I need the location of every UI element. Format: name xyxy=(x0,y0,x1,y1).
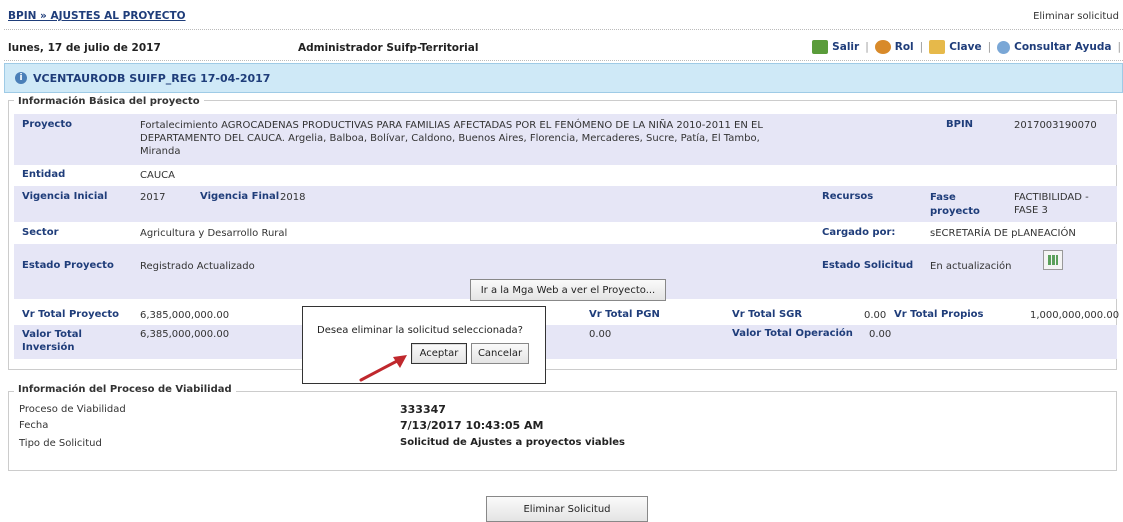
server-banner: i VCENTAURODB SUIFP_REG 17-04-2017 xyxy=(4,63,1123,93)
aceptar-button[interactable]: Aceptar xyxy=(411,343,467,364)
cargado-label: Cargado por: xyxy=(822,227,896,238)
cancelar-button[interactable]: Cancelar xyxy=(471,343,529,364)
vr-propios-value: 1,000,000,000.00 xyxy=(1030,310,1120,321)
entidad-row: Entidad CAUCA xyxy=(14,167,1117,184)
viabilidad-panel xyxy=(8,391,1117,471)
vigencia-final-value: 2018 xyxy=(280,192,306,203)
fase-label: Fase proyecto xyxy=(930,192,980,217)
fase-value: FACTIBILIDAD - FASE 3 xyxy=(1014,192,1089,216)
estado-proyecto-value: Registrado Actualizado xyxy=(140,261,255,272)
valor-operacion-value: 0.00 xyxy=(869,329,892,340)
viabilidad-legend: Información del Proceso de Viabilidad xyxy=(14,384,236,395)
clave-link[interactable]: Clave xyxy=(929,40,982,54)
valor-inversion-label: Valor Total Inversión xyxy=(22,329,82,353)
ir-mga-button[interactable]: Ir a la Mga Web a ver el Proyecto... xyxy=(470,279,666,301)
entidad-label: Entidad xyxy=(22,169,66,180)
info-icon: i xyxy=(15,72,27,84)
divider xyxy=(4,60,1123,61)
entidad-value: CAUCA xyxy=(140,170,175,181)
valores-row: Vr Total Proyecto 6,385,000,000.00 Vr To… xyxy=(14,307,1120,324)
exit-icon xyxy=(812,40,829,54)
bpin-label: BPIN xyxy=(946,119,974,130)
dialog-message: Desea eliminar la solicitud seleccionada… xyxy=(317,325,523,336)
valor-inversion-value: 6,385,000,000.00 xyxy=(140,329,230,340)
proceso-label: Proceso de Viabilidad xyxy=(19,404,126,415)
estado-solicitud-value: En actualización xyxy=(930,261,1012,272)
fecha-label: Fecha xyxy=(19,420,49,431)
key-icon xyxy=(929,40,946,54)
estado-solicitud-label: Estado Solicitud xyxy=(822,260,914,271)
sector-label: Sector xyxy=(22,227,59,238)
user-role: Administrador Suifp-Territorial xyxy=(298,42,479,54)
vigencia-inicial-value: 2017 xyxy=(140,192,166,203)
confirm-dialog: Desea eliminar la solicitud seleccionada… xyxy=(302,306,546,384)
sector-value: Agricultura y Desarrollo Rural xyxy=(140,228,288,239)
proyecto-label: Proyecto xyxy=(22,119,73,130)
pgn-inversion-value: 0.00 xyxy=(589,329,612,340)
tipo-solicitud-value: Solicitud de Ajustes a proyectos viables xyxy=(400,437,625,448)
valor-operacion-label: Valor Total Operación xyxy=(732,328,853,339)
eliminar-solicitud-button[interactable]: Eliminar Solicitud xyxy=(486,496,648,522)
arrow-pointer xyxy=(359,355,407,382)
grid-icon[interactable] xyxy=(1043,250,1063,270)
tipo-solicitud-label: Tipo de Solicitud xyxy=(19,438,102,449)
proyecto-value: Fortalecimiento AGROCADENAS PRODUCTIVAS … xyxy=(140,120,763,157)
bpin-value: 2017003190070 xyxy=(1014,120,1097,131)
divider xyxy=(4,29,1123,30)
info-basica-legend: Información Básica del proyecto xyxy=(14,96,204,107)
sector-row: Sector Agricultura y Desarrollo Rural Ca… xyxy=(14,224,1117,242)
estado-proyecto-label: Estado Proyecto xyxy=(22,260,114,271)
help-icon xyxy=(997,40,1011,54)
rol-link[interactable]: Rol xyxy=(874,40,914,54)
proyecto-row: Proyecto Fortalecimiento AGROCADENAS PRO… xyxy=(14,114,1117,165)
vigencia-row: Vigencia Inicial 2017 Vigencia Final 201… xyxy=(14,186,1117,222)
ayuda-link[interactable]: Consultar Ayuda xyxy=(997,40,1111,54)
vr-sgr-label: Vr Total SGR xyxy=(732,309,803,320)
breadcrumb[interactable]: BPIN » AJUSTES AL PROYECTO xyxy=(8,10,186,22)
vr-pgn-label: Vr Total PGN xyxy=(589,309,660,320)
users-icon xyxy=(874,40,891,54)
salir-link[interactable]: Salir xyxy=(812,40,859,54)
current-date: lunes, 17 de julio de 2017 xyxy=(8,42,161,54)
vigencia-inicial-label: Vigencia Inicial xyxy=(22,191,108,202)
fecha-value: 7/13/2017 10:43:05 AM xyxy=(400,419,544,432)
recursos-label: Recursos xyxy=(822,191,874,202)
vr-total-proyecto-label: Vr Total Proyecto xyxy=(22,309,119,320)
proceso-value: 333347 xyxy=(400,403,446,416)
inversion-row: Valor Total Inversión 6,385,000,000.00 0… xyxy=(14,325,1117,359)
top-links: Salir | Rol | Clave | Consultar Ayuda | xyxy=(812,40,1123,54)
vigencia-final-label: Vigencia Final xyxy=(200,191,280,202)
eliminar-solicitud-link[interactable]: Eliminar solicitud xyxy=(1033,11,1119,22)
vr-total-proyecto-value: 6,385,000,000.00 xyxy=(140,310,230,321)
vr-sgr-value: 0.00 xyxy=(864,310,887,321)
vr-propios-label: Vr Total Propios xyxy=(894,309,984,320)
cargado-value: sECRETARÍA DE pLANEACIÓN xyxy=(930,228,1076,239)
